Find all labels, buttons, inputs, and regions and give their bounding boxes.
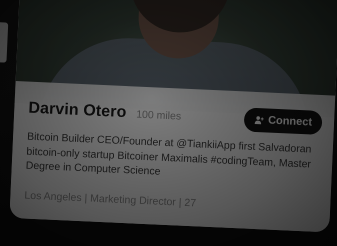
connect-button[interactable]: Connect (243, 107, 323, 135)
adjacent-card-edge[interactable] (0, 22, 9, 63)
profile-info: Darvin Otero 100 miles Connect Bitcoin B… (9, 81, 336, 233)
connect-label: Connect (267, 114, 313, 129)
profile-bio: Bitcoin Builder CEO/Founder at @TiankiiA… (25, 130, 312, 178)
profile-card[interactable]: Darvin Otero 100 miles Connect Bitcoin B… (9, 0, 337, 233)
screen: Darvin Otero 100 miles Connect Bitcoin B… (0, 0, 337, 246)
tilted-view: Darvin Otero 100 miles Connect Bitcoin B… (0, 0, 337, 246)
profile-distance: 100 miles (135, 108, 182, 123)
profile-name: Darvin Otero (28, 99, 127, 122)
profile-meta: Los Angeles | Marketing Director | 27 (24, 189, 197, 210)
add-user-icon (254, 115, 264, 125)
